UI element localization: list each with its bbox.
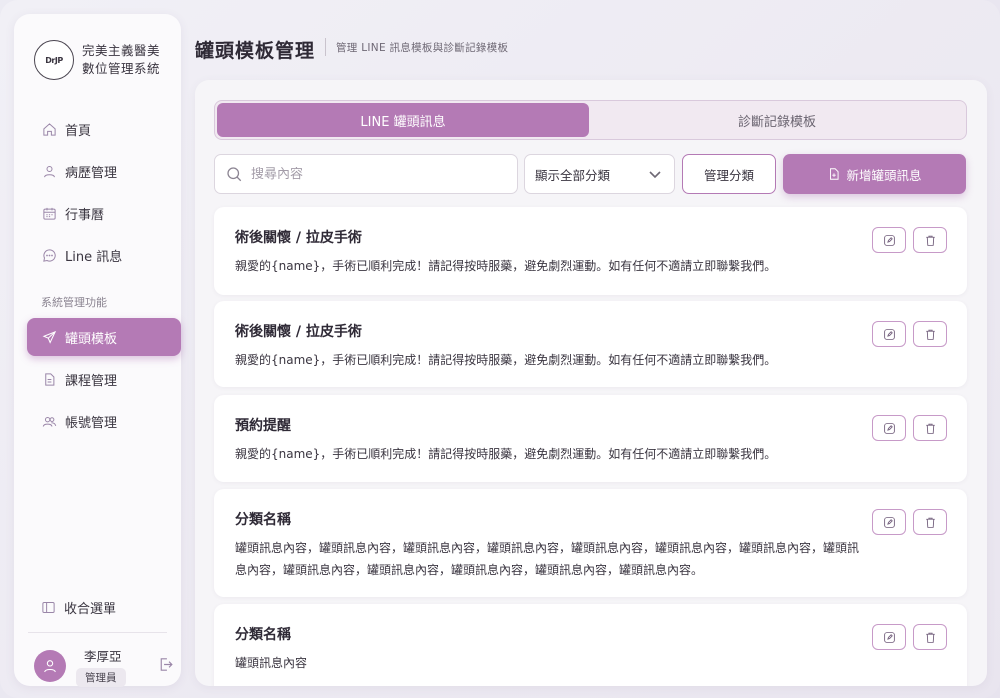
brand-name: 完美主義醫美 數位管理系統 [82, 42, 160, 78]
brand-name-line2: 數位管理系統 [82, 61, 161, 76]
template-actions [872, 415, 947, 441]
user-icon [44, 660, 56, 673]
collapse-menu-button[interactable]: 收合選單 [41, 598, 116, 617]
divider [28, 632, 167, 633]
tab-bar: LINE 罐頭訊息 診斷記錄模板 [214, 100, 967, 140]
user-role-badge: 管理員 [76, 668, 126, 687]
collapse-menu-label: 收合選單 [64, 602, 117, 617]
delete-button[interactable] [913, 321, 947, 347]
brand-logo: DrJP [34, 40, 74, 80]
trash-icon [925, 235, 935, 246]
template-content: 親愛的{name}，手術已順利完成！請記得按時服藥，避免劇烈運動。如有任何不適請… [235, 259, 777, 273]
logout-icon [160, 658, 173, 671]
trash-icon [925, 632, 935, 643]
chevron-down-icon [649, 171, 661, 179]
home-icon [41, 121, 57, 137]
sidebar-section-label: 系統管理功能 [41, 296, 107, 309]
sidebar-item-label: 課程管理 [65, 373, 118, 389]
sidebar-item-label: 帳號管理 [65, 415, 118, 431]
main-panel: LINE 罐頭訊息 診斷記錄模板 顯示全部分類 管理分類 新增罐頭訊息 術後關懷… [195, 80, 987, 686]
edit-button[interactable] [872, 509, 906, 535]
brand-name-line1: 完美主義醫美 [82, 43, 161, 58]
add-file-icon [830, 168, 840, 180]
sidebar: DrJP 完美主義醫美 數位管理系統 首頁 病歷管理 行事曆 Line 訊息 系… [14, 14, 181, 687]
tab-diagnosis-templates[interactable]: 診斷記錄模板 [591, 103, 963, 137]
chat-icon [41, 247, 57, 263]
template-actions [872, 321, 947, 347]
template-content: 親愛的{name}，手術已順利完成！請記得按時服藥，避免劇烈運動。如有任何不適請… [235, 447, 777, 461]
edit-icon [883, 234, 895, 246]
sidebar-item-label: Line 訊息 [65, 249, 123, 265]
template-title: 分類名稱 [235, 512, 291, 528]
trash-icon [925, 423, 935, 434]
tab-line-messages[interactable]: LINE 罐頭訊息 [217, 103, 589, 137]
user-name: 李厚亞 [84, 649, 122, 664]
template-card: 分類名稱 罐頭訊息內容 [214, 604, 967, 686]
send-icon [41, 329, 57, 345]
template-actions [872, 509, 947, 535]
template-actions [872, 624, 947, 650]
template-actions [872, 227, 947, 253]
category-filter-value: 顯示全部分類 [535, 167, 611, 183]
template-content: 親愛的{name}，手術已順利完成！請記得按時服藥，避免劇烈運動。如有任何不適請… [235, 353, 777, 367]
delete-button[interactable] [913, 624, 947, 650]
template-title: 預約提醒 [235, 418, 291, 434]
delete-button[interactable] [913, 509, 947, 535]
delete-button[interactable] [913, 227, 947, 253]
sidebar-item-line-messages[interactable]: Line 訊息 [27, 236, 181, 274]
search-input[interactable] [251, 166, 501, 182]
edit-button[interactable] [872, 227, 906, 253]
edit-button[interactable] [872, 415, 906, 441]
page-subtitle: 管理 LINE 訊息模板與診斷記錄模板 [336, 42, 509, 54]
template-title: 術後關懷 / 拉皮手術 [235, 230, 362, 246]
template-card: 術後關懷 / 拉皮手術 親愛的{name}，手術已順利完成！請記得按時服藥，避免… [214, 301, 967, 387]
avatar[interactable] [34, 650, 66, 682]
sidebar-item-label: 罐頭模板 [65, 331, 118, 347]
calendar-icon [41, 205, 57, 221]
template-card: 術後關懷 / 拉皮手術 親愛的{name}，手術已順利完成！請記得按時服藥，避免… [214, 207, 967, 295]
search-icon [227, 167, 242, 182]
template-title: 術後關懷 / 拉皮手術 [235, 324, 362, 340]
user-icon [41, 163, 57, 179]
trash-icon [925, 329, 935, 340]
category-filter-select[interactable]: 顯示全部分類 [524, 154, 675, 194]
template-title: 分類名稱 [235, 627, 291, 643]
sidebar-toggle-icon [42, 602, 55, 613]
edit-button[interactable] [872, 624, 906, 650]
edit-icon [883, 516, 895, 528]
sidebar-item-home[interactable]: 首頁 [27, 110, 181, 148]
brand[interactable]: DrJP 完美主義醫美 數位管理系統 [34, 40, 160, 80]
sidebar-item-calendar[interactable]: 行事曆 [27, 194, 181, 232]
template-card: 預約提醒 親愛的{name}，手術已順利完成！請記得按時服藥，避免劇烈運動。如有… [214, 395, 967, 482]
document-icon [41, 371, 57, 387]
sidebar-item-accounts[interactable]: 帳號管理 [27, 402, 181, 440]
sidebar-item-label: 行事曆 [65, 207, 105, 223]
sidebar-item-templates[interactable]: 罐頭模板 [27, 318, 181, 356]
add-template-label: 新增罐頭訊息 [846, 167, 922, 183]
add-template-button[interactable]: 新增罐頭訊息 [783, 154, 966, 194]
users-icon [41, 413, 57, 429]
logout-button[interactable] [157, 656, 175, 674]
sidebar-item-label: 病歷管理 [65, 165, 118, 181]
edit-icon [883, 422, 895, 434]
user-profile: 李厚亞 管理員 [34, 644, 174, 690]
edit-icon [883, 328, 895, 340]
edit-button[interactable] [872, 321, 906, 347]
search-box [214, 154, 518, 194]
sidebar-item-label: 首頁 [65, 123, 92, 139]
trash-icon [925, 517, 935, 528]
sidebar-item-medical-records[interactable]: 病歷管理 [27, 152, 181, 190]
page-title: 罐頭模板管理 [195, 40, 316, 62]
template-card: 分類名稱 罐頭訊息內容，罐頭訊息內容，罐頭訊息內容，罐頭訊息內容，罐頭訊息內容，… [214, 489, 967, 597]
manage-categories-button[interactable]: 管理分類 [682, 154, 776, 194]
sidebar-item-courses[interactable]: 課程管理 [27, 360, 181, 398]
edit-icon [883, 631, 895, 643]
divider [325, 38, 326, 56]
template-content: 罐頭訊息內容，罐頭訊息內容，罐頭訊息內容，罐頭訊息內容，罐頭訊息內容，罐頭訊息內… [235, 541, 860, 577]
sidebar-nav: 首頁 病歷管理 行事曆 Line 訊息 系統管理功能 罐頭模板 課程管理 帳號管… [27, 110, 181, 444]
delete-button[interactable] [913, 415, 947, 441]
template-content: 罐頭訊息內容 [235, 656, 308, 670]
